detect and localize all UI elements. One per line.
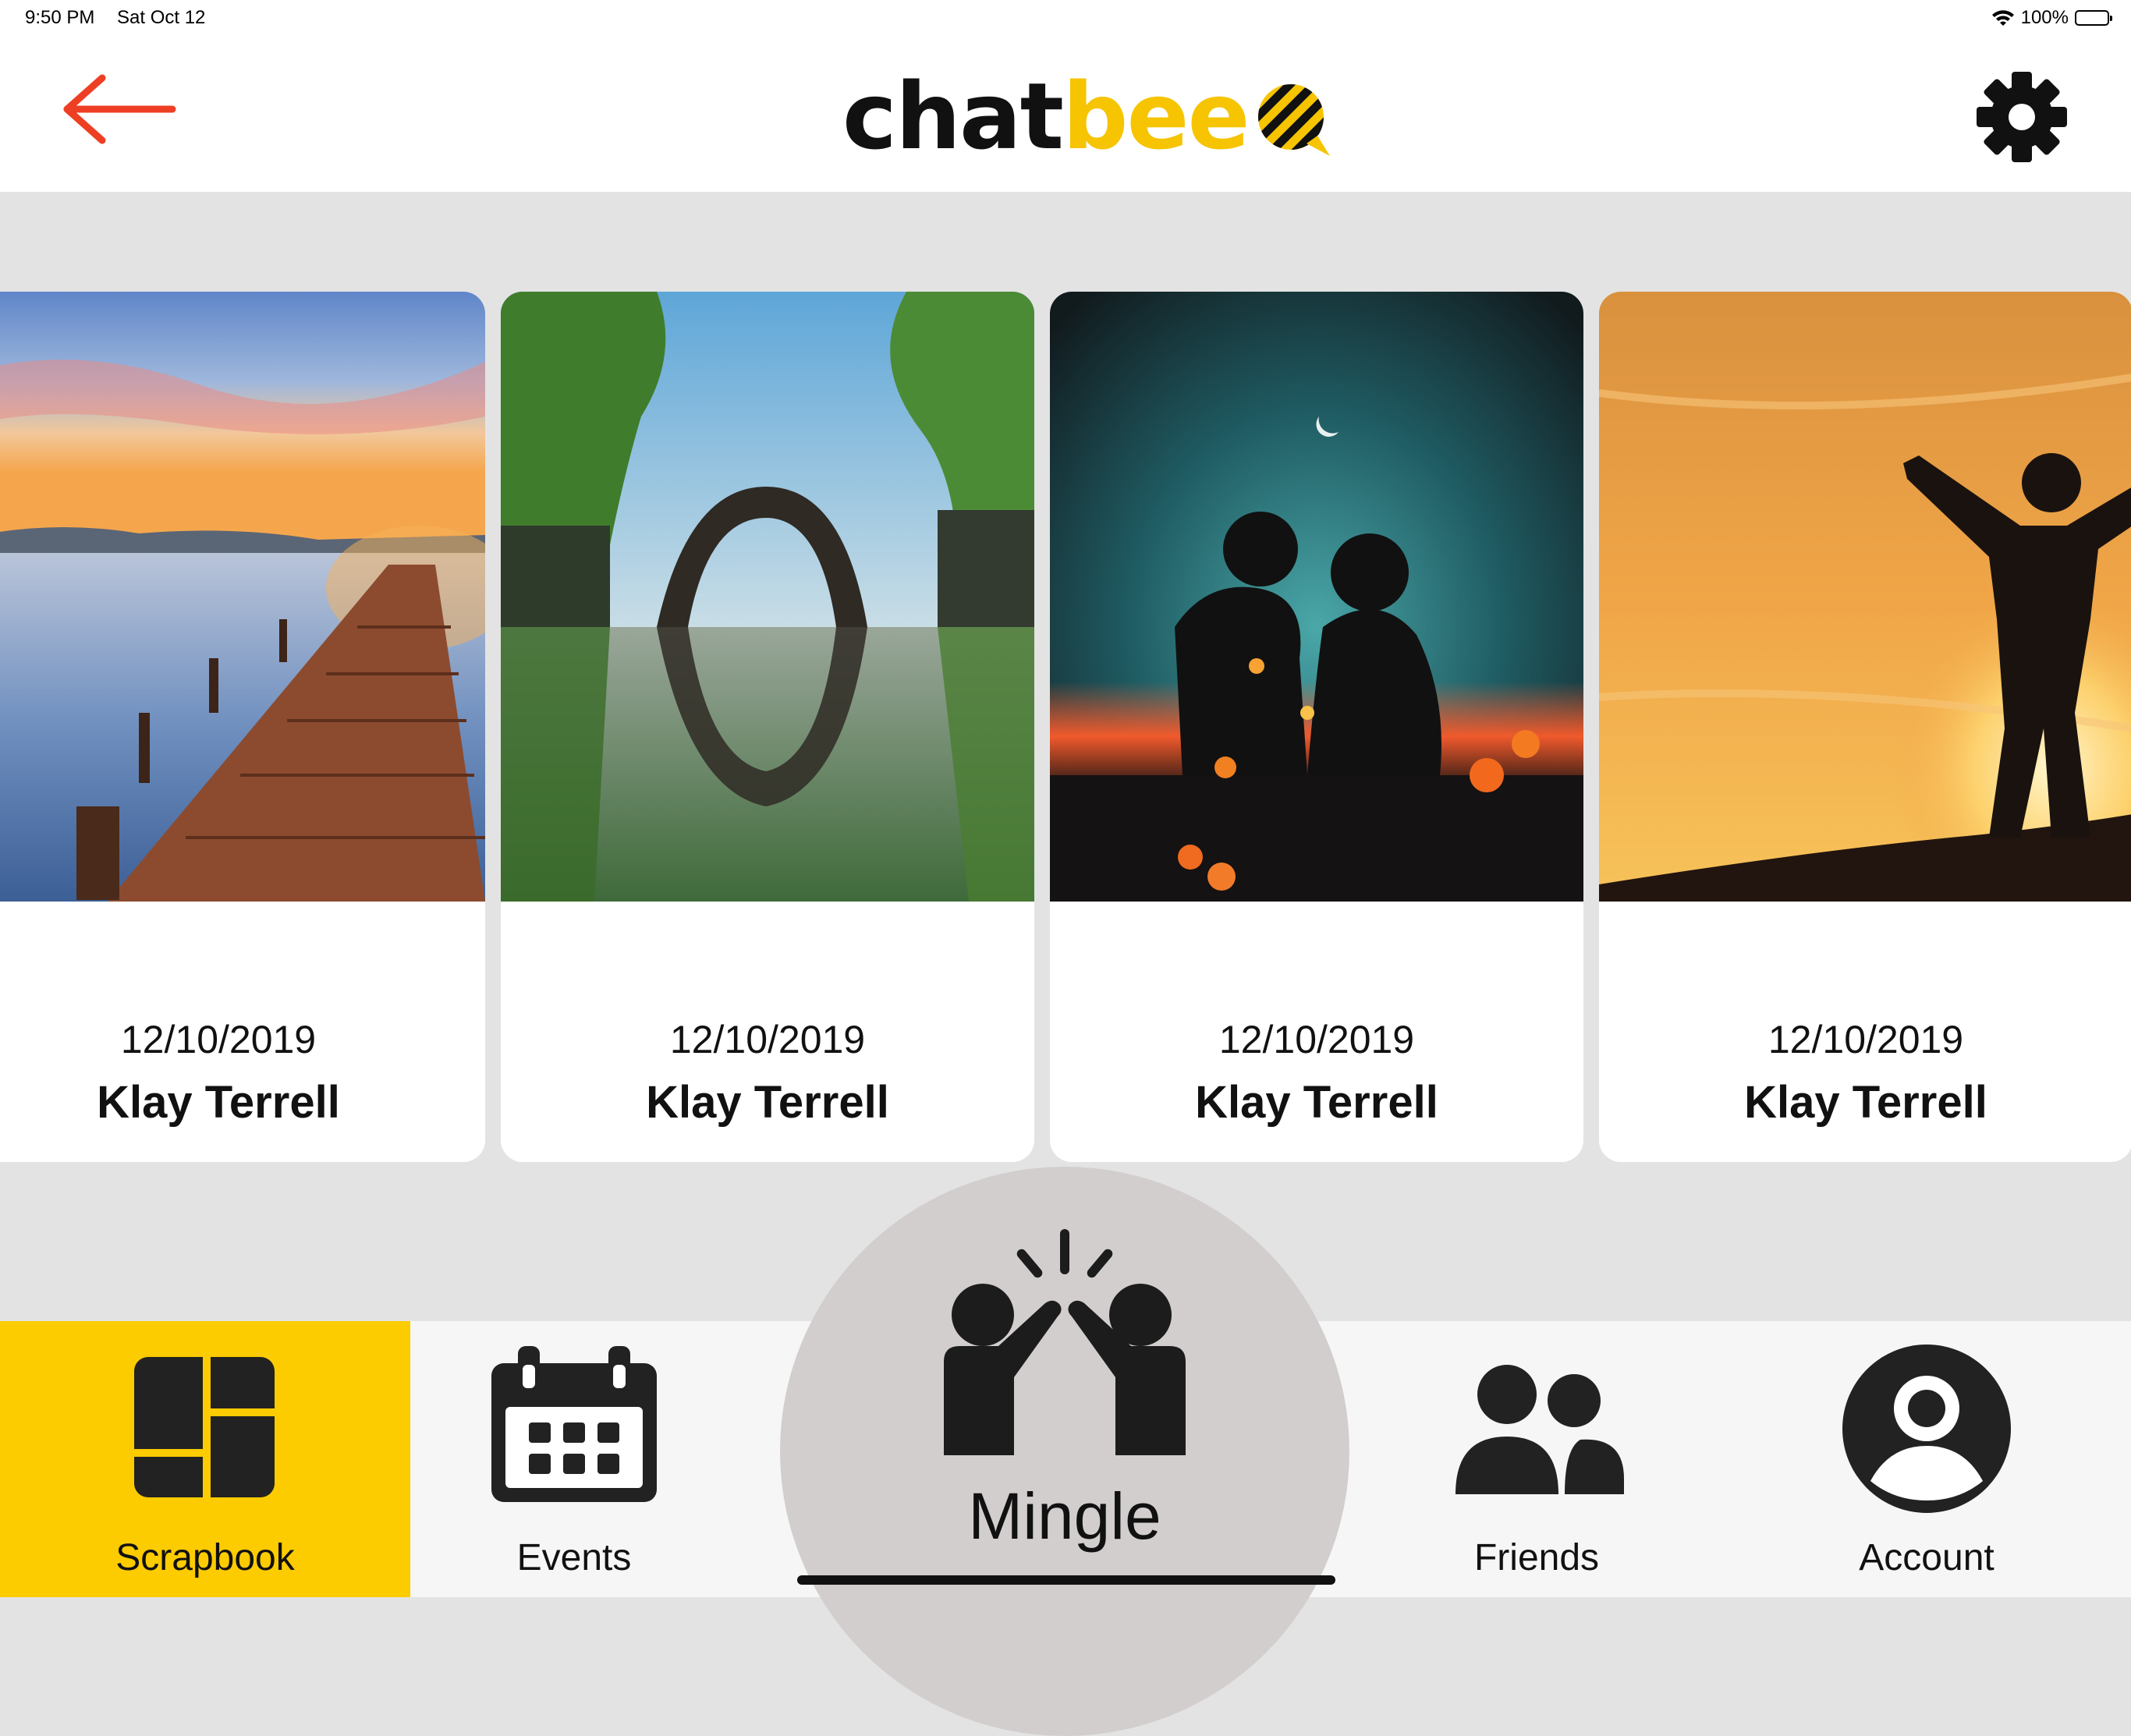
card-photo-bridge bbox=[501, 292, 1034, 902]
card-photo-couple bbox=[1050, 292, 1583, 902]
battery-percent: 100% bbox=[2020, 7, 2069, 28]
card-date: 12/10/2019 bbox=[1768, 1018, 1964, 1061]
status-right: 100% bbox=[1991, 7, 2112, 29]
calendar-icon bbox=[491, 1346, 657, 1502]
scrapbook-card[interactable]: 12/10/2019 Klay Terrell bbox=[501, 292, 1034, 1162]
scrapbook-card[interactable]: 12/10/2019 Klay Terrell bbox=[1599, 292, 2131, 1162]
friends-icon bbox=[1456, 1365, 1624, 1494]
card-author-name: Klay Terrell bbox=[1744, 1077, 1987, 1128]
card-photo-pier bbox=[0, 292, 485, 902]
tab-account-label: Account bbox=[1859, 1537, 1994, 1578]
tab-friends-label: Friends bbox=[1473, 1537, 1600, 1578]
card-date: 12/10/2019 bbox=[1218, 1018, 1415, 1061]
logo-text-chat: chat bbox=[842, 62, 1064, 170]
tab-scrapbook[interactable]: Scrapbook bbox=[0, 1321, 410, 1597]
wifi-icon bbox=[1991, 10, 2014, 26]
mingle-button[interactable]: Mingle bbox=[780, 1167, 1349, 1736]
mingle-label: Mingle bbox=[968, 1479, 1161, 1553]
bee-bubble-icon bbox=[1257, 84, 1330, 156]
arrow-left-icon bbox=[63, 74, 176, 144]
header: chat bee bbox=[0, 37, 2131, 192]
status-time: 9:50 PM bbox=[25, 7, 95, 28]
card-author-name: Klay Terrell bbox=[97, 1077, 340, 1128]
account-icon bbox=[1842, 1345, 2011, 1513]
scrapbook-icon bbox=[134, 1357, 275, 1497]
tab-events-label: Events bbox=[516, 1537, 632, 1578]
tab-scrapbook-label: Scrapbook bbox=[115, 1537, 295, 1578]
card-author-name: Klay Terrell bbox=[1195, 1077, 1438, 1128]
tab-events[interactable]: Events bbox=[410, 1321, 738, 1597]
tab-account[interactable]: Account bbox=[1771, 1321, 2083, 1597]
card-date: 12/10/2019 bbox=[120, 1018, 317, 1061]
scrapbook-card[interactable]: 12/10/2019 Klay Terrell bbox=[0, 292, 485, 1162]
back-button[interactable] bbox=[59, 70, 184, 156]
app-logo: chat bee bbox=[842, 58, 1333, 175]
home-indicator bbox=[797, 1575, 1335, 1585]
scrapbook-card[interactable]: 12/10/2019 Klay Terrell bbox=[1050, 292, 1583, 1162]
gear-icon bbox=[1977, 72, 2067, 162]
card-author-name: Klay Terrell bbox=[646, 1077, 889, 1128]
battery-icon bbox=[2075, 10, 2112, 26]
card-date: 12/10/2019 bbox=[669, 1018, 866, 1061]
card-photo-hiker bbox=[1599, 292, 2131, 902]
scrapbook-carousel[interactable]: 12/10/2019 Klay Terrell 12/10/2019 Klay … bbox=[0, 292, 2131, 1162]
tab-friends[interactable]: Friends bbox=[1381, 1321, 1693, 1597]
logo-text-bee: bee bbox=[1062, 62, 1250, 170]
settings-button[interactable] bbox=[1973, 69, 2070, 165]
status-bar: 9:50 PM Sat Oct 12 100% bbox=[0, 0, 2131, 37]
status-date: Sat Oct 12 bbox=[117, 7, 206, 28]
high-five-icon bbox=[944, 1229, 1186, 1455]
